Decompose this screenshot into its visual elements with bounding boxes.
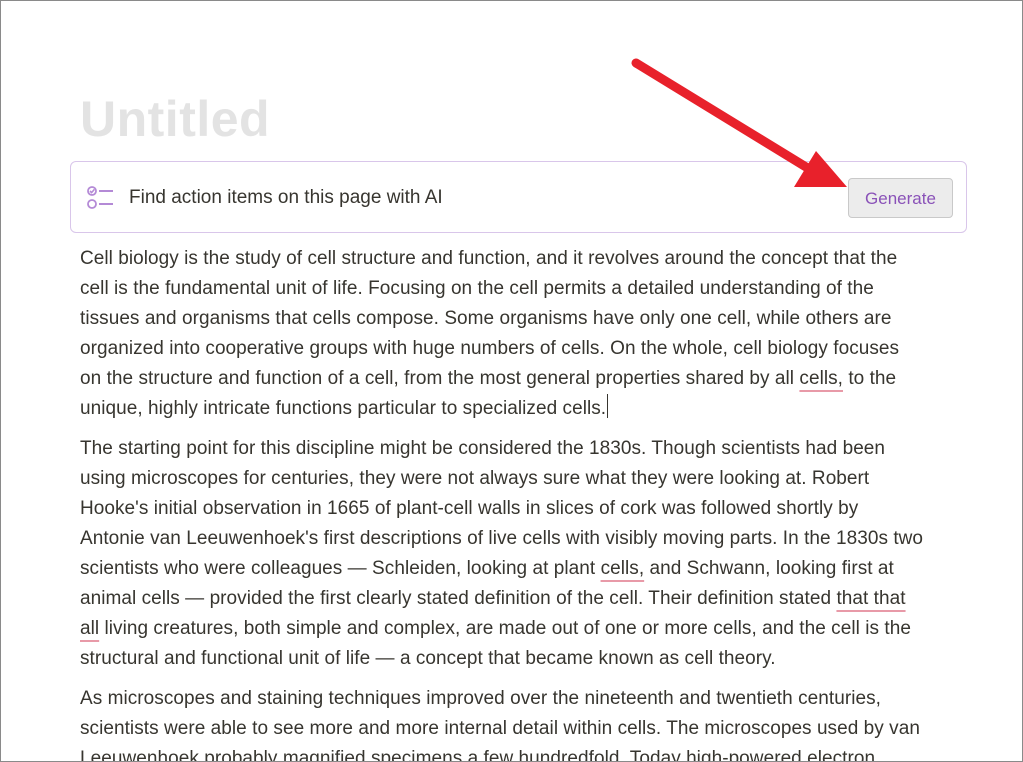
text-segment: The starting point for this discipline m… [80,438,886,459]
page-title[interactable]: Untitled [80,89,270,149]
text-line: animal cells — provided the first clearl… [80,584,970,614]
text-segment: Leeuwenhoek probably magnified specimens… [80,748,876,762]
text-segment: and Schwann, looking first at [644,558,894,579]
text-segment: Antonie van Leeuwenhoek's first descript… [80,528,924,549]
text-line: Leeuwenhoek probably magnified specimens… [80,744,970,762]
text-segment: scientists were able to see more and mor… [80,718,920,739]
text-segment: Cell biology is the study of cell struct… [80,248,898,269]
text-line: unique, highly intricate functions parti… [80,394,970,424]
ai-prompt-text: Find action items on this page with AI [129,187,443,208]
text-line: Antonie van Leeuwenhoek's first descript… [80,524,970,554]
page-body[interactable]: Cell biology is the study of cell struct… [80,244,970,762]
text-line: The starting point for this discipline m… [80,434,970,464]
text-line: Cell biology is the study of cell struct… [80,244,970,274]
text-line: on the structure and function of a cell,… [80,364,970,394]
text-line: Hooke's initial observation in 1665 of p… [80,494,970,524]
text-segment: to the [843,368,897,389]
spellcheck-flagged-word: cells, [799,368,843,389]
text-line: cell is the fundamental unit of life. Fo… [80,274,970,304]
text-segment: Hooke's initial observation in 1665 of p… [80,498,859,519]
text-line: structural and functional unit of life —… [80,644,970,674]
text-segment: organized into cooperative groups with h… [80,338,900,359]
text-segment: animal cells — provided the first clearl… [80,588,837,609]
text-segment: unique, highly intricate functions parti… [80,398,607,419]
text-line: tissues and organisms that cells compose… [80,304,970,334]
paragraph[interactable]: The starting point for this discipline m… [80,434,970,674]
text-segment: structural and functional unit of life —… [80,648,776,669]
text-segment: cell is the fundamental unit of life. Fo… [80,278,874,299]
ai-action-items-bar[interactable]: Find action items on this page with AI G… [70,161,967,233]
text-caret [607,394,609,418]
text-line: scientists who were colleagues — Schleid… [80,554,970,584]
spellcheck-flagged-word: cells, [600,558,645,579]
paragraph[interactable]: Cell biology is the study of cell struct… [80,244,970,424]
text-segment: As microscopes and staining techniques i… [80,688,881,709]
generate-button[interactable]: Generate [848,178,953,218]
editor-window: Untitled Find action items on this page … [0,0,1023,762]
spellcheck-flagged-word: all [80,618,100,639]
spellcheck-flagged-word: that that [836,588,906,609]
text-line: As microscopes and staining techniques i… [80,684,970,714]
text-line: all living creatures, both simple and co… [80,614,970,644]
text-line: scientists were able to see more and mor… [80,714,970,744]
checklist-icon [87,185,115,211]
text-segment: tissues and organisms that cells compose… [80,308,892,329]
text-segment: scientists who were colleagues — Schleid… [80,558,601,579]
text-line: organized into cooperative groups with h… [80,334,970,364]
paragraph[interactable]: As microscopes and staining techniques i… [80,684,970,762]
text-line: using microscopes for centuries, they we… [80,464,970,494]
text-segment: living creatures, both simple and comple… [99,618,911,639]
text-segment: on the structure and function of a cell,… [80,368,800,389]
text-segment: using microscopes for centuries, they we… [80,468,870,489]
